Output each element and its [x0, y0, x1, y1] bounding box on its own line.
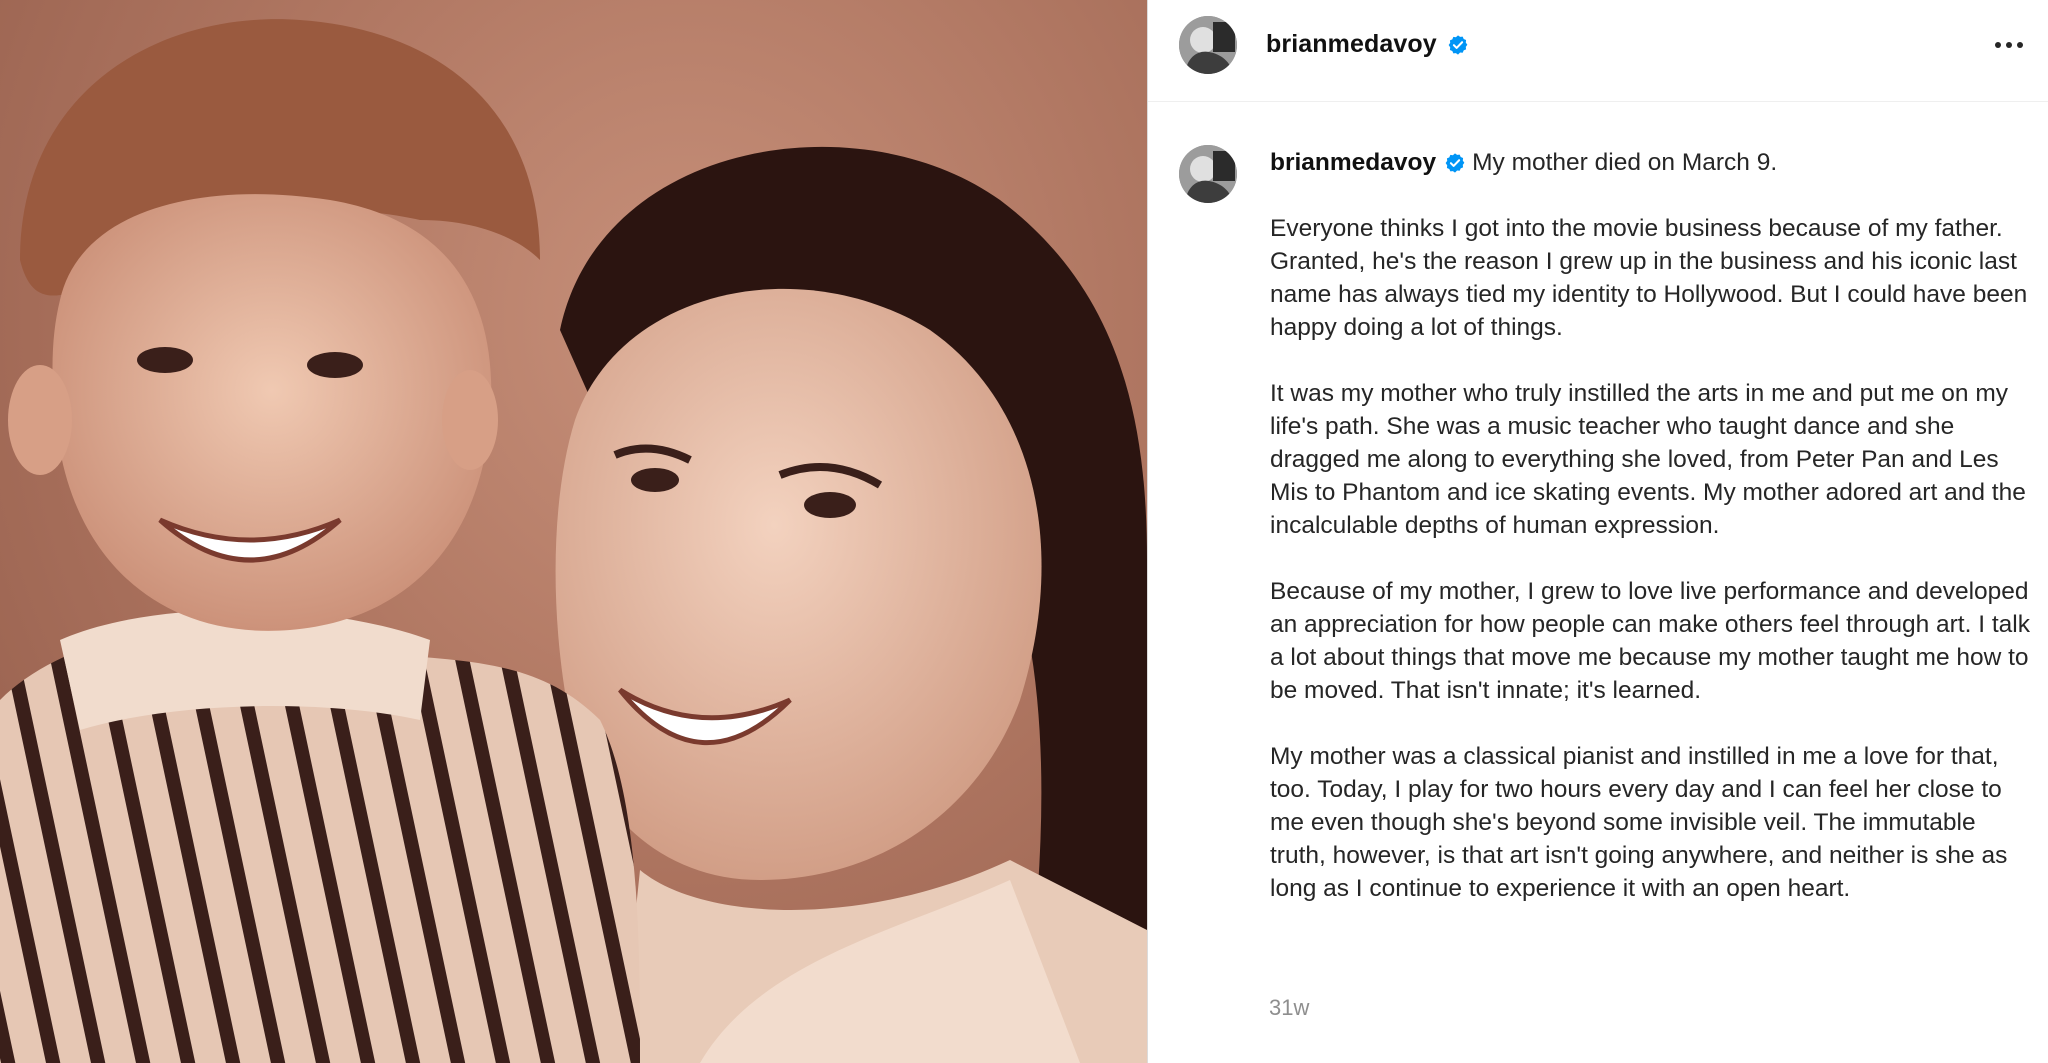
header-username[interactable]: brianmedavoy	[1266, 30, 1437, 59]
caption-user: brianmedavoy	[1270, 146, 1466, 179]
more-dot	[2017, 42, 2023, 48]
avatar-image	[1179, 16, 1237, 74]
avatar[interactable]	[1179, 16, 1237, 74]
post-photo[interactable]	[0, 0, 1147, 1063]
more-dot	[1995, 42, 2001, 48]
avatar-image	[1179, 145, 1237, 203]
verified-badge-icon	[1447, 34, 1469, 56]
caption-paragraph: My mother was a classical pianist and in…	[1270, 743, 2008, 902]
post-timestamp[interactable]: 31w	[1269, 995, 1309, 1021]
caption-paragraph: It was my mother who truly instilled the…	[1270, 380, 2026, 539]
more-dot	[2006, 42, 2012, 48]
sepia-portrait-image	[0, 19, 1147, 1063]
avatar[interactable]	[1179, 145, 1237, 203]
post-view: brianmedavoy brianmedavoy My mother died…	[0, 0, 2048, 1063]
verified-badge-icon	[1444, 152, 1466, 174]
caption-paragraph: Because of my mother, I grew to love liv…	[1270, 578, 2030, 704]
post-caption: brianmedavoy My mother died on March 9. …	[1270, 146, 2030, 905]
header-user: brianmedavoy	[1266, 30, 1469, 59]
more-options-icon[interactable]	[1987, 28, 2031, 62]
post-sidebar: brianmedavoy brianmedavoy My mother died…	[1147, 0, 2048, 1063]
caption-username[interactable]: brianmedavoy	[1270, 146, 1436, 179]
post-header: brianmedavoy	[1148, 0, 2048, 102]
caption-first-paragraph: brianmedavoy My mother died on March 9.	[1270, 146, 2030, 179]
caption-first-line: My mother died on March 9.	[1472, 149, 1778, 176]
caption-paragraph: Everyone thinks I got into the movie bus…	[1270, 215, 2028, 341]
